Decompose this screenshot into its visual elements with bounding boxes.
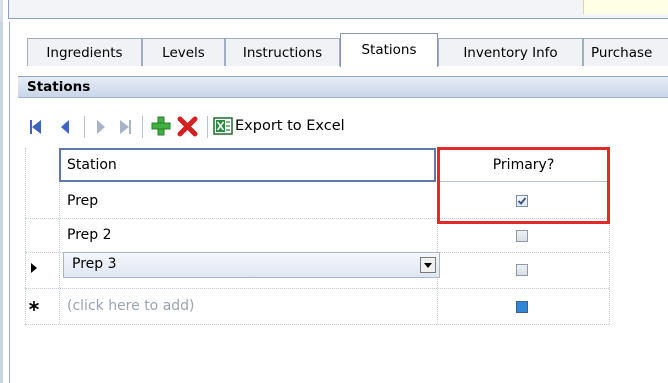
dropdown-button[interactable] — [420, 257, 436, 273]
toolbar-separator — [84, 116, 85, 138]
grid-line — [25, 148, 26, 324]
station-cell[interactable]: Prep — [59, 185, 437, 217]
station-dropdown[interactable]: Prep 3 — [63, 252, 440, 278]
new-row-asterisk-icon — [29, 301, 39, 311]
tooltip-fragment — [583, 0, 668, 14]
window-left-edge — [0, 22, 3, 383]
primary-checkbox[interactable] — [516, 264, 528, 276]
new-row-checkbox[interactable] — [516, 301, 528, 313]
tab-levels[interactable]: Levels — [142, 38, 225, 66]
export-to-excel-button[interactable]: Export to Excel — [235, 114, 345, 138]
tab-purchase[interactable]: Purchase — [583, 38, 668, 66]
tab-stations[interactable]: Stations — [340, 33, 438, 67]
highlight-annotation-box — [437, 147, 610, 224]
window-edge — [0, 0, 3, 22]
top-panel-strip — [0, 0, 668, 22]
delete-icon[interactable] — [176, 114, 200, 138]
new-row-placeholder[interactable]: (click here to add) — [59, 290, 437, 322]
tab-inventory-info[interactable]: Inventory Info — [438, 38, 583, 66]
grid-line — [25, 324, 609, 325]
tab-ingredients[interactable]: Ingredients — [27, 38, 142, 66]
chevron-down-icon — [424, 263, 432, 268]
add-icon[interactable] — [150, 115, 172, 137]
section-title: Stations — [18, 76, 668, 98]
toolbar-separator — [142, 116, 143, 138]
station-cell[interactable]: Prep 2 — [59, 219, 437, 251]
primary-checkbox[interactable] — [516, 230, 528, 242]
tab-instructions[interactable]: Instructions — [225, 38, 340, 66]
first-record-icon[interactable] — [28, 118, 42, 136]
next-record-icon[interactable] — [95, 118, 107, 136]
excel-icon[interactable] — [213, 117, 233, 135]
toolbar-separator — [207, 116, 208, 138]
station-cell: Prep 3 — [72, 256, 117, 272]
grid-line — [25, 288, 609, 289]
previous-record-icon[interactable] — [59, 118, 71, 136]
upper-panel — [8, 0, 668, 19]
last-record-icon[interactable] — [119, 118, 133, 136]
panel-left-border — [9, 22, 10, 383]
column-header-station[interactable]: Station — [59, 148, 436, 182]
current-row-indicator-icon — [31, 263, 37, 273]
